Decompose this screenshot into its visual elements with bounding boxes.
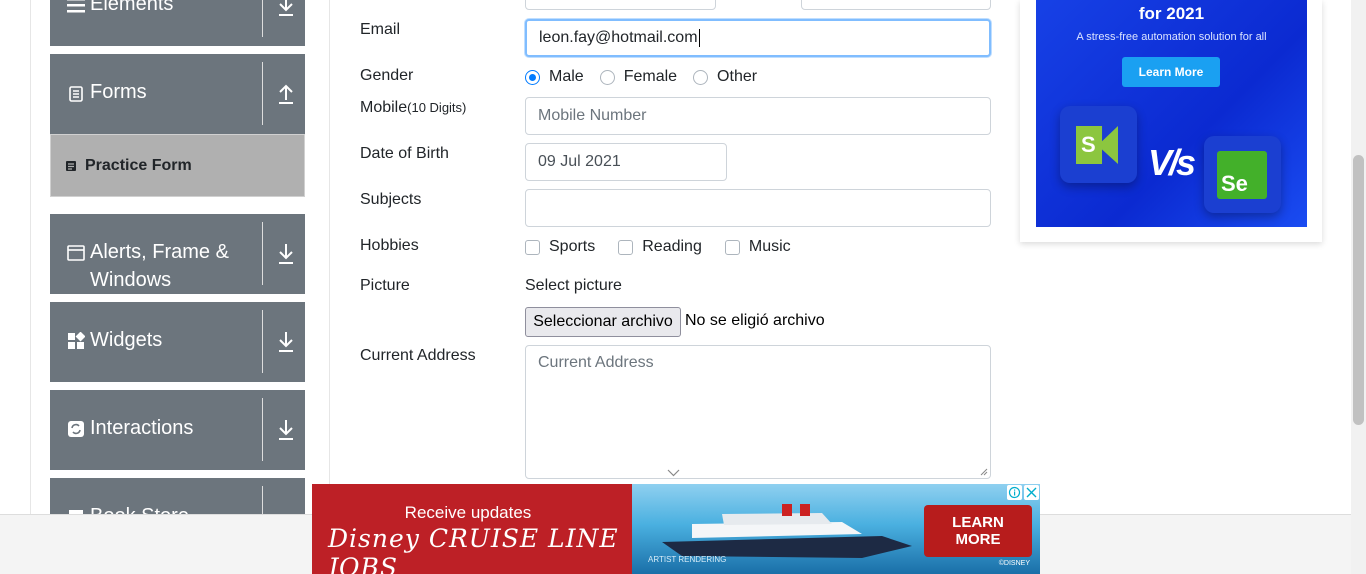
subjects-input[interactable]: [525, 189, 991, 227]
mobile-label-text: Mobile: [360, 99, 408, 116]
sidebar-group-label: Elements: [90, 0, 174, 15]
checkbox-music[interactable]: [724, 239, 740, 255]
mobile-hint: (10 Digits): [407, 100, 467, 115]
selenium-logo: Se: [1204, 136, 1281, 213]
divider: [262, 0, 263, 37]
option-label: Other: [717, 68, 758, 85]
bottom-banner-ad[interactable]: Receive updates Disney CRUISE LINE JOBS …: [312, 484, 1040, 574]
current-address-textarea[interactable]: Current Address: [525, 345, 991, 479]
ad-headline: for 2021: [1138, 4, 1205, 23]
gender-option-female[interactable]: Female: [599, 68, 678, 86]
dob-label: Date of Birth: [360, 145, 449, 162]
download-arrow-icon: [279, 420, 293, 440]
list-icon: [67, 0, 85, 13]
ad-copyright: ©DISNEY: [998, 560, 1030, 567]
sidebar-group-forms[interactable]: Forms: [50, 54, 305, 134]
gender-option-other[interactable]: Other: [693, 68, 757, 86]
resize-handle-icon[interactable]: [980, 468, 988, 476]
last-name-input[interactable]: [801, 0, 991, 10]
ad-tagline: A stress-free automation solution for al…: [1076, 31, 1267, 43]
radio-other[interactable]: [693, 69, 709, 85]
katalon-logo: S: [1060, 106, 1137, 183]
chevron-down-icon: [667, 469, 680, 477]
refresh-icon: [68, 421, 84, 437]
widgets-icon: [68, 332, 85, 349]
option-label: Female: [623, 68, 678, 85]
address-placeholder: Current Address: [538, 354, 654, 371]
gender-label: Gender: [360, 67, 414, 84]
sidebar-group-alerts[interactable]: Alerts, Frame & Windows: [50, 214, 305, 294]
sidebar-group-label: Forms: [90, 81, 147, 103]
versus-text: V/s: [1148, 142, 1196, 183]
picture-label: Picture: [360, 277, 410, 294]
adchoices-icon[interactable]: [1007, 485, 1022, 500]
checkbox-sports[interactable]: [525, 239, 540, 255]
sidebar-group-label: Widgets: [90, 329, 163, 351]
hobby-option-music[interactable]: Music: [724, 238, 791, 256]
form-icon: [66, 160, 76, 171]
ad-line1: Receive updates: [404, 503, 532, 522]
gender-option-male[interactable]: Male: [525, 68, 584, 86]
ad-note: ARTIST RENDERING: [648, 555, 727, 564]
dob-input[interactable]: 09 Jul 2021: [525, 143, 727, 181]
divider: [262, 310, 263, 373]
file-status: No se eligió archivo: [685, 312, 825, 329]
divider: [262, 398, 263, 461]
subjects-label: Subjects: [360, 191, 422, 208]
sidebar-group-label: Alerts, Frame & Windows: [90, 241, 229, 291]
sidebar-item-label: Practice Form: [85, 156, 192, 174]
option-label: Reading: [642, 238, 702, 255]
download-arrow-icon: [279, 0, 293, 16]
text-cursor: [698, 29, 700, 47]
download-arrow-icon: [279, 332, 293, 352]
mobile-input[interactable]: Mobile Number: [525, 97, 991, 135]
sidebar-item-practice-form[interactable]: Practice Form: [50, 134, 305, 197]
hobbies-checkbox-group: Sports Reading Music: [525, 236, 807, 258]
first-name-input[interactable]: [525, 0, 716, 10]
email-value: leon.fay@hotmail.com: [539, 29, 698, 46]
hobby-option-reading[interactable]: Reading: [618, 238, 702, 256]
email-input[interactable]: leon.fay@hotmail.com: [525, 19, 991, 57]
current-address-label: Current Address: [360, 347, 476, 364]
ad-learn-more-button[interactable]: LEARN MORE: [924, 505, 1032, 557]
radio-female[interactable]: [599, 69, 615, 85]
dob-value: 09 Jul 2021: [538, 153, 621, 170]
side-ad[interactable]: for 2021 A stress-free automation soluti…: [1036, 0, 1307, 227]
logo-letters: Se: [1217, 151, 1267, 199]
hobby-option-sports[interactable]: Sports: [525, 238, 595, 256]
sidebar-group-interactions[interactable]: Interactions: [50, 390, 305, 470]
radio-male[interactable]: [525, 69, 540, 85]
window-icon: [67, 245, 85, 261]
mobile-placeholder: Mobile Number: [538, 107, 647, 124]
email-label: Email: [360, 21, 401, 38]
option-label: Music: [748, 238, 791, 255]
gender-radio-group: Male Female Other: [525, 66, 773, 88]
option-label: Sports: [549, 238, 596, 255]
ad-ship-image: ARTIST RENDERING ©DISNEY LEARN MORE: [632, 484, 1040, 574]
upload-arrow-icon: [279, 84, 293, 104]
hobbies-label: Hobbies: [360, 237, 419, 254]
ad-learn-more-button[interactable]: Learn More: [1122, 57, 1220, 87]
cta-line1: LEARN: [952, 514, 1004, 531]
cta-line2: MORE: [955, 531, 1001, 548]
scrollbar-thumb[interactable]: [1353, 155, 1364, 425]
document-icon: [69, 86, 83, 102]
ad-red-panel: Receive updates Disney CRUISE LINE JOBS: [312, 484, 632, 574]
mobile-label: Mobile(10 Digits): [360, 99, 466, 117]
divider: [262, 222, 263, 285]
logo-letter: S: [1076, 126, 1118, 164]
option-label: Male: [549, 68, 584, 85]
checkbox-reading[interactable]: [618, 239, 634, 255]
sidebar-group-widgets[interactable]: Widgets: [50, 302, 305, 382]
sidebar-group-elements[interactable]: Elements: [50, 0, 305, 46]
sidebar-group-label: Interactions: [90, 417, 194, 439]
download-arrow-icon: [279, 244, 293, 264]
select-picture-label: Select picture: [525, 277, 622, 294]
ad-line2: Disney CRUISE LINE JOBS: [328, 524, 619, 574]
divider: [262, 62, 263, 125]
ad-close-icon[interactable]: [1024, 485, 1039, 500]
choose-file-button[interactable]: Seleccionar archivo: [525, 307, 681, 337]
